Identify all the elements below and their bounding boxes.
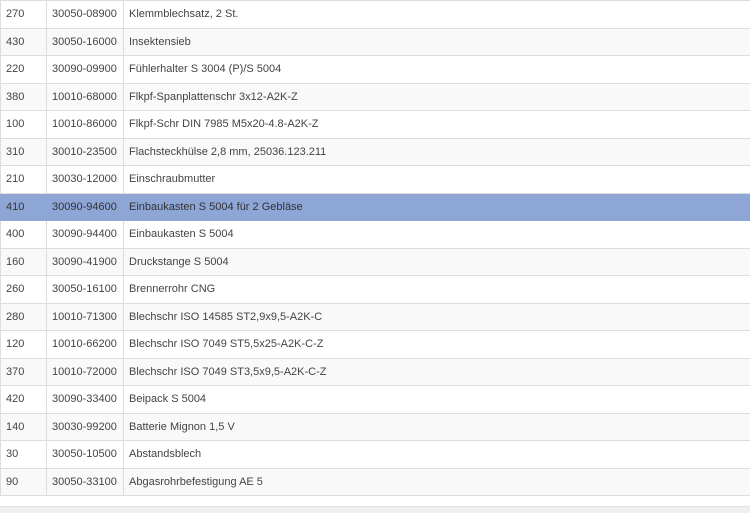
position-cell: 120 [1,331,47,359]
article-number-cell: 10010-71300 [47,303,124,331]
description-cell: Fühlerhalter S 3004 (P)/S 5004 [124,56,750,84]
table-row[interactable]: 26030050-16100Brennerrohr CNG [1,276,750,304]
article-number-cell: 30090-33400 [47,386,124,414]
parts-table-body: 27030050-08900Klemmblechsatz, 2 St.43030… [1,1,750,496]
table-row-selected[interactable]: 41030090-94600Einbaukasten S 5004 für 2 … [1,193,750,221]
position-cell: 310 [1,138,47,166]
article-number-cell: 10010-72000 [47,358,124,386]
position-cell: 160 [1,248,47,276]
table-row[interactable]: 10010010-86000Flkpf-Schr DIN 7985 M5x20-… [1,111,750,139]
description-cell: Flachsteckhülse 2,8 mm, 25036.123.211 [124,138,750,166]
position-cell: 410 [1,193,47,221]
position-cell: 270 [1,1,47,29]
table-row[interactable]: 31030010-23500Flachsteckhülse 2,8 mm, 25… [1,138,750,166]
article-number-cell: 10010-86000 [47,111,124,139]
description-cell: Einbaukasten S 5004 für 2 Gebläse [124,193,750,221]
article-number-cell: 30030-99200 [47,413,124,441]
table-row[interactable]: 38010010-68000Flkpf-Spanplattenschr 3x12… [1,83,750,111]
table-row[interactable]: 21030030-12000Einschraubmutter [1,166,750,194]
table-row[interactable]: 16030090-41900Druckstange S 5004 [1,248,750,276]
position-cell: 90 [1,468,47,496]
article-number-cell: 30050-08900 [47,1,124,29]
position-cell: 210 [1,166,47,194]
position-cell: 140 [1,413,47,441]
description-cell: Flkpf-Schr DIN 7985 M5x20-4.8-A2K-Z [124,111,750,139]
position-cell: 30 [1,441,47,469]
table-row[interactable]: 40030090-94400Einbaukasten S 5004 [1,221,750,249]
article-number-cell: 30050-33100 [47,468,124,496]
table-row[interactable]: 12010010-66200Blechschr ISO 7049 ST5,5x2… [1,331,750,359]
table-row[interactable]: 37010010-72000Blechschr ISO 7049 ST3,5x9… [1,358,750,386]
table-row[interactable]: 3030050-10500Abstandsblech [1,441,750,469]
description-cell: Einschraubmutter [124,166,750,194]
table-row[interactable]: 28010010-71300Blechschr ISO 14585 ST2,9x… [1,303,750,331]
description-cell: Abgasrohrbefestigung AE 5 [124,468,750,496]
table-row[interactable]: 9030050-33100Abgasrohrbefestigung AE 5 [1,468,750,496]
table-row[interactable]: 43030050-16000Insektensieb [1,28,750,56]
position-cell: 100 [1,111,47,139]
article-number-cell: 30090-94600 [47,193,124,221]
article-number-cell: 30050-16100 [47,276,124,304]
position-cell: 220 [1,56,47,84]
article-number-cell: 30030-12000 [47,166,124,194]
position-cell: 420 [1,386,47,414]
position-cell: 260 [1,276,47,304]
description-cell: Flkpf-Spanplattenschr 3x12-A2K-Z [124,83,750,111]
position-cell: 370 [1,358,47,386]
table-row[interactable]: 14030030-99200Batterie Mignon 1,5 V [1,413,750,441]
article-number-cell: 30050-16000 [47,28,124,56]
description-cell: Einbaukasten S 5004 [124,221,750,249]
table-row[interactable]: 27030050-08900Klemmblechsatz, 2 St. [1,1,750,29]
description-cell: Blechschr ISO 14585 ST2,9x9,5-A2K-C [124,303,750,331]
parts-table: 27030050-08900Klemmblechsatz, 2 St.43030… [0,0,750,496]
description-cell: Druckstange S 5004 [124,248,750,276]
description-cell: Insektensieb [124,28,750,56]
article-number-cell: 30090-41900 [47,248,124,276]
table-row[interactable]: 22030090-09900Fühlerhalter S 3004 (P)/S … [1,56,750,84]
position-cell: 430 [1,28,47,56]
article-number-cell: 30010-23500 [47,138,124,166]
article-number-cell: 30090-94400 [47,221,124,249]
article-number-cell: 10010-68000 [47,83,124,111]
position-cell: 380 [1,83,47,111]
description-cell: Brennerrohr CNG [124,276,750,304]
article-number-cell: 30090-09900 [47,56,124,84]
description-cell: Batterie Mignon 1,5 V [124,413,750,441]
description-cell: Abstandsblech [124,441,750,469]
description-cell: Blechschr ISO 7049 ST3,5x9,5-A2K-C-Z [124,358,750,386]
table-row[interactable]: 42030090-33400Beipack S 5004 [1,386,750,414]
description-cell: Beipack S 5004 [124,386,750,414]
description-cell: Blechschr ISO 7049 ST5,5x25-A2K-C-Z [124,331,750,359]
position-cell: 400 [1,221,47,249]
description-cell: Klemmblechsatz, 2 St. [124,1,750,29]
position-cell: 280 [1,303,47,331]
article-number-cell: 10010-66200 [47,331,124,359]
article-number-cell: 30050-10500 [47,441,124,469]
